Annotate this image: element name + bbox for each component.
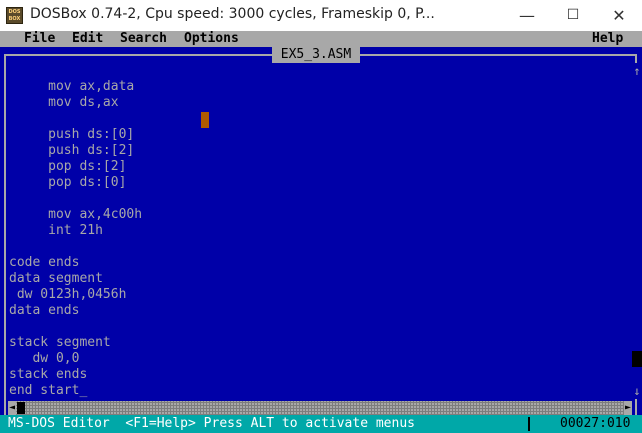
status-message: MS-DOS Editor <F1=Help> Press ALT to act… — [8, 416, 415, 431]
vertical-scroll-thumb[interactable] — [632, 351, 642, 367]
code-line: code ends — [9, 255, 80, 270]
menu-file[interactable]: File — [24, 31, 55, 47]
minimize-button[interactable]: — — [504, 0, 550, 31]
code-editor-area[interactable]: mov ax,data mov ds,ax push ds:[0] push d… — [9, 79, 142, 399]
editor-filename-tab: EX5_3.ASM — [272, 47, 360, 63]
code-line: pop ds:[2] — [9, 159, 127, 174]
scroll-down-arrow-icon[interactable]: ↓ — [632, 383, 642, 399]
code-line: data ends — [9, 303, 80, 318]
code-line: mov ax,data — [9, 79, 135, 94]
code-line: int 21h — [9, 223, 103, 238]
code-line: dw 0123h,0456h — [9, 287, 127, 302]
code-line: dw 0,0 — [9, 351, 80, 366]
status-divider — [528, 417, 530, 431]
window-title: DOSBox 0.74-2, Cpu speed: 3000 cycles, F… — [30, 6, 435, 22]
menu-help[interactable]: Help — [592, 31, 623, 47]
window-title-bar[interactable]: DOS BOX DOSBox 0.74-2, Cpu speed: 3000 c… — [0, 0, 642, 32]
code-line: end start_ — [9, 383, 88, 398]
scroll-left-arrow-icon[interactable]: ◄ — [8, 401, 16, 415]
scroll-right-arrow-icon[interactable]: ► — [624, 401, 632, 415]
menu-edit[interactable]: Edit — [72, 31, 103, 47]
code-line: data segment — [9, 271, 103, 286]
code-line: push ds:[0] — [9, 127, 135, 142]
text-cursor — [201, 112, 209, 128]
dosbox-app-icon: DOS BOX — [6, 7, 23, 24]
horizontal-scrollbar[interactable]: ◄ ► — [8, 401, 632, 415]
horizontal-scroll-thumb[interactable] — [17, 402, 25, 414]
close-button[interactable]: ✕ — [596, 0, 642, 31]
code-line: pop ds:[0] — [9, 175, 127, 190]
menu-search[interactable]: Search — [120, 31, 167, 47]
code-line: stack ends — [9, 367, 88, 382]
code-line: stack segment — [9, 335, 111, 350]
dos-screen: File Edit Search Options Help EX5_3.ASM … — [0, 31, 642, 433]
scroll-up-arrow-icon[interactable]: ↑ — [632, 63, 642, 79]
cursor-position-readout: 00027:010 — [560, 416, 631, 431]
menu-options[interactable]: Options — [184, 31, 239, 47]
code-line: push ds:[2] — [9, 143, 135, 158]
code-line: mov ds,ax — [9, 95, 119, 110]
maximize-button[interactable]: ☐ — [550, 0, 596, 31]
menu-bar: File Edit Search Options Help — [0, 31, 642, 47]
status-bar: MS-DOS Editor <F1=Help> Press ALT to act… — [0, 415, 642, 433]
vertical-scrollbar[interactable]: ↑ ↓ — [632, 63, 642, 399]
code-line: mov ax,4c00h — [9, 207, 143, 222]
